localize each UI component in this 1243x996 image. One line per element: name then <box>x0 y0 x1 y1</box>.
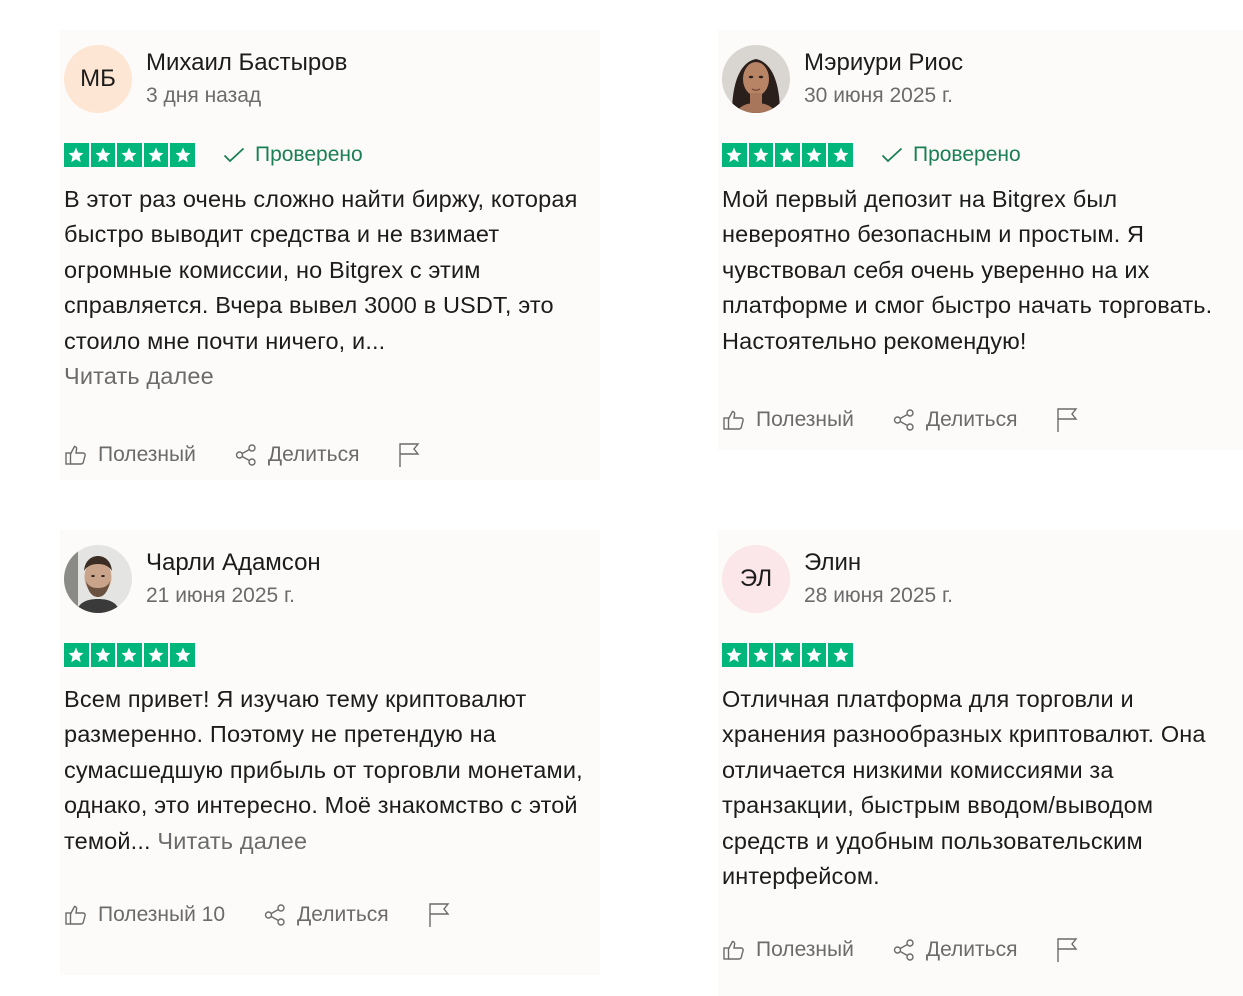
star-icon <box>64 643 89 667</box>
star-icon <box>801 143 827 167</box>
review-text: Всем привет! Я изучаю тему криптовалют р… <box>64 682 599 859</box>
review-date: 21 июня 2025 г. <box>146 584 295 607</box>
star-rating <box>64 143 195 167</box>
review-body: Мой первый депозит на Bitgrex был неверо… <box>722 186 1213 354</box>
man-portrait-photo <box>64 545 132 613</box>
avatar[interactable] <box>722 45 790 113</box>
flag-icon <box>428 903 450 927</box>
review-card: Мэриури Риос 30 июня 2025 г. Проверено М… <box>718 30 1243 450</box>
star-icon <box>722 143 747 167</box>
star-icon <box>170 643 195 667</box>
helpful-button[interactable]: Полезный <box>722 408 854 432</box>
reviewer-name[interactable]: Чарли Адамсон <box>146 547 321 579</box>
star-icon <box>90 143 116 167</box>
read-more-link[interactable]: Читать далее <box>64 363 214 389</box>
avatar[interactable]: МБ <box>64 45 132 113</box>
reviewer-name[interactable]: Элин <box>804 547 953 579</box>
helpful-label: Полезный <box>98 443 196 466</box>
helpful-label: Полезный <box>756 408 854 431</box>
review-card: МБ Михаил Бастыров 3 дня назад Проверено… <box>60 30 600 480</box>
flag-icon <box>1057 408 1078 432</box>
review-body: Отличная платформа для торговли и хранен… <box>722 686 1206 890</box>
star-icon <box>90 643 116 667</box>
review-header: Чарли Адамсон 21 июня 2025 г. <box>64 545 321 613</box>
review-body: Всем привет! Я изучаю тему криптовалют р… <box>64 686 583 854</box>
reviewer-name[interactable]: Мэриури Риос <box>804 47 963 79</box>
share-button[interactable]: Делиться <box>234 443 360 467</box>
helpful-label: Полезный <box>756 938 854 961</box>
review-actions: Полезный Делиться <box>64 442 469 468</box>
review-actions: Полезный Делиться <box>722 937 1127 963</box>
helpful-button[interactable]: Полезный <box>64 443 196 467</box>
review-date: 3 дня назад <box>146 84 262 107</box>
checkmark-icon <box>881 147 903 163</box>
report-button[interactable] <box>1055 937 1089 963</box>
share-icon <box>893 409 914 431</box>
verified-label: Проверено <box>912 143 1021 166</box>
report-button[interactable] <box>397 442 431 468</box>
woman-portrait-photo <box>722 45 790 113</box>
share-icon <box>235 444 256 466</box>
review-text: Отличная платформа для торговли и хранен… <box>722 682 1237 894</box>
review-text: Мой первый депозит на Bitgrex был неверо… <box>722 182 1237 359</box>
star-icon <box>748 643 774 667</box>
review-body: В этот раз очень сложно найти биржу, кот… <box>64 186 578 354</box>
avatar[interactable] <box>64 545 132 613</box>
star-icon <box>117 143 142 167</box>
verified-badge[interactable]: Проверено <box>881 143 1021 167</box>
star-icon <box>117 643 142 667</box>
report-button[interactable] <box>427 902 461 928</box>
share-button[interactable]: Делиться <box>892 938 1018 962</box>
share-label: Делиться <box>297 903 389 926</box>
review-card: Чарли Адамсон 21 июня 2025 г. Всем приве… <box>60 530 600 975</box>
flag-icon <box>399 443 420 467</box>
star-rating <box>722 643 853 667</box>
helpful-button[interactable]: Полезный <box>722 938 854 962</box>
share-icon <box>264 904 285 926</box>
star-icon <box>828 643 853 667</box>
checkmark-icon <box>223 147 245 163</box>
helpful-button[interactable]: Полезный 10 <box>64 903 225 927</box>
review-header: МБ Михаил Бастыров 3 дня назад <box>64 45 347 113</box>
star-rating <box>64 643 195 667</box>
review-card: ЭЛ Элин 28 июня 2025 г. Отличная платфор… <box>718 530 1243 996</box>
thumbs-up-icon <box>723 410 744 430</box>
share-button[interactable]: Делиться <box>263 903 389 927</box>
star-icon <box>722 643 747 667</box>
share-icon <box>893 939 914 961</box>
flag-icon <box>1057 938 1078 962</box>
star-icon <box>143 143 169 167</box>
share-button[interactable]: Делиться <box>892 408 1018 432</box>
star-icon <box>143 643 169 667</box>
star-icon <box>828 143 853 167</box>
review-text: В этот раз очень сложно найти биржу, кот… <box>64 182 594 394</box>
review-date: 28 июня 2025 г. <box>804 584 953 607</box>
helpful-label: Полезный 10 <box>98 903 226 926</box>
star-rating <box>722 143 853 167</box>
review-header: ЭЛ Элин 28 июня 2025 г. <box>722 545 953 613</box>
thumbs-up-icon <box>65 445 86 465</box>
star-icon <box>64 143 89 167</box>
share-label: Делиться <box>925 408 1018 431</box>
thumbs-up-icon <box>723 940 744 960</box>
star-icon <box>775 643 800 667</box>
review-header: Мэриури Риос 30 июня 2025 г. <box>722 45 963 113</box>
verified-badge[interactable]: Проверено <box>223 143 363 167</box>
thumbs-up-icon <box>65 905 86 925</box>
read-more-link[interactable]: Читать далее <box>157 828 307 854</box>
star-icon <box>775 143 800 167</box>
review-date: 30 июня 2025 г. <box>804 84 953 107</box>
review-actions: Полезный 10 Делиться <box>64 902 499 928</box>
verified-label: Проверено <box>254 143 363 166</box>
avatar[interactable]: ЭЛ <box>722 545 790 613</box>
reviewer-name[interactable]: Михаил Бастыров <box>146 47 347 79</box>
review-actions: Полезный Делиться <box>722 407 1127 433</box>
share-label: Делиться <box>925 938 1018 961</box>
star-icon <box>801 643 827 667</box>
report-button[interactable] <box>1055 407 1089 433</box>
share-label: Делиться <box>267 443 360 466</box>
star-icon <box>170 143 195 167</box>
star-icon <box>748 143 774 167</box>
